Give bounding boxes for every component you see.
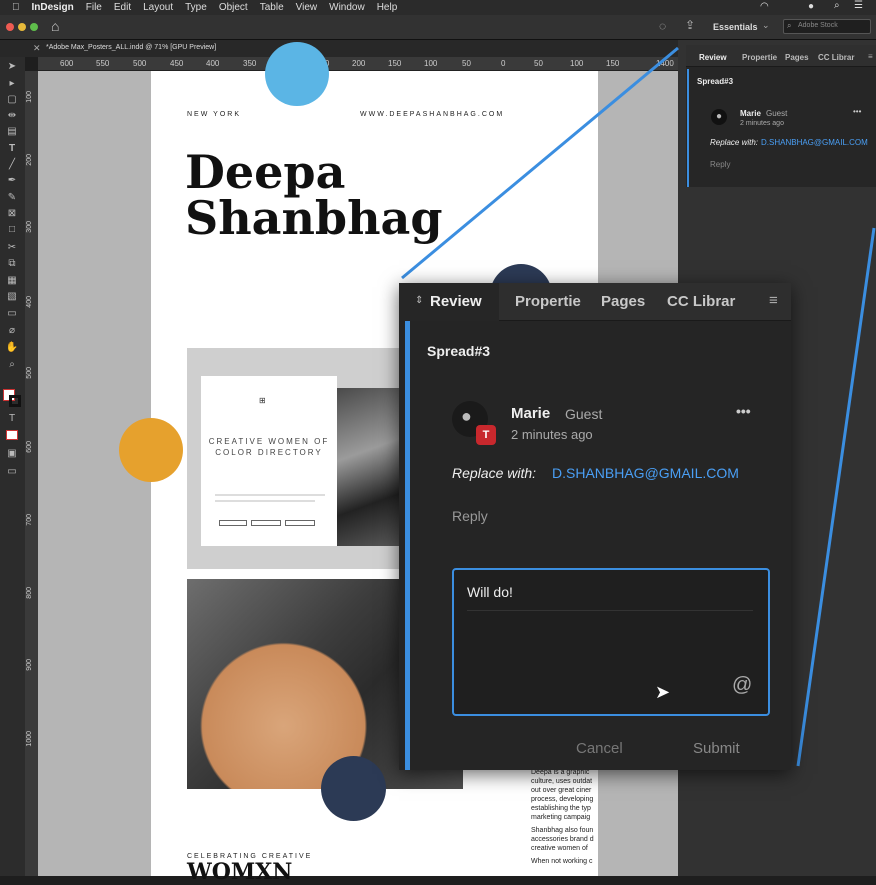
tab-pages[interactable]: Pages [601, 293, 645, 310]
small-more-icon[interactable]: ••• [853, 107, 861, 116]
small-comment-time: 2 minutes ago [740, 120, 784, 127]
panel-menu-icon[interactable]: ≡ [769, 292, 778, 309]
small-avatar-icon: ● [711, 109, 727, 125]
tab-review[interactable]: Review [430, 293, 482, 310]
reply-text: Will do! [467, 584, 513, 600]
mouse-cursor-icon: ➤ [655, 682, 671, 702]
small-spread-label: Spread#3 [697, 77, 734, 86]
author-avatar: ● T [452, 401, 496, 445]
collapse-arrows-icon[interactable]: ⇕ [415, 295, 423, 306]
tab-properties[interactable]: Propertie [515, 293, 581, 310]
reply-link[interactable]: Reply [452, 508, 488, 524]
small-replace-value[interactable]: D.SHANBHAG@GMAIL.COM [761, 138, 868, 147]
small-tab-review[interactable]: Review [699, 53, 727, 62]
cancel-button[interactable]: Cancel [576, 740, 623, 757]
comment-author-role: Guest [565, 406, 603, 422]
comment-accent-bar [405, 321, 410, 770]
review-panel-small[interactable]: Review Propertie Pages CC Librar ≡ Sprea… [686, 45, 876, 187]
small-replace-label: Replace with: [710, 138, 759, 147]
small-tab-properties[interactable]: Propertie [742, 53, 777, 62]
reply-textarea[interactable]: Will do! ➤ @ [452, 568, 770, 716]
callout-line [796, 227, 876, 767]
user-avatar-icon: ● [461, 406, 472, 426]
small-panel-menu-icon[interactable]: ≡ [868, 52, 873, 61]
small-author-name: Marie [740, 109, 761, 118]
small-author-role: Guest [766, 109, 788, 118]
replace-label: Replace with: [452, 465, 537, 481]
tab-cc-libraries[interactable]: CC Librar [667, 293, 735, 310]
small-tab-pages[interactable]: Pages [785, 53, 809, 62]
callout-line [401, 46, 679, 280]
review-panel-zoomed[interactable]: ⇕ Review Propertie Pages CC Librar ≡ Spr… [399, 283, 791, 770]
more-options-icon[interactable]: ••• [736, 403, 751, 419]
small-tab-cc-libraries[interactable]: CC Librar [818, 53, 854, 62]
replace-badge-icon: T [476, 425, 496, 445]
small-panel-accent-bar [687, 69, 689, 187]
comment-author: Marie [511, 405, 551, 422]
mention-at-icon[interactable]: @ [732, 674, 752, 697]
spread-label: Spread#3 [427, 343, 491, 359]
small-reply-link[interactable]: Reply [710, 160, 730, 169]
replace-value[interactable]: D.SHANBHAG@GMAIL.COM [552, 465, 739, 481]
reply-divider [467, 610, 753, 611]
comment-time: 2 minutes ago [511, 427, 593, 442]
submit-button[interactable]: Submit [693, 740, 740, 757]
